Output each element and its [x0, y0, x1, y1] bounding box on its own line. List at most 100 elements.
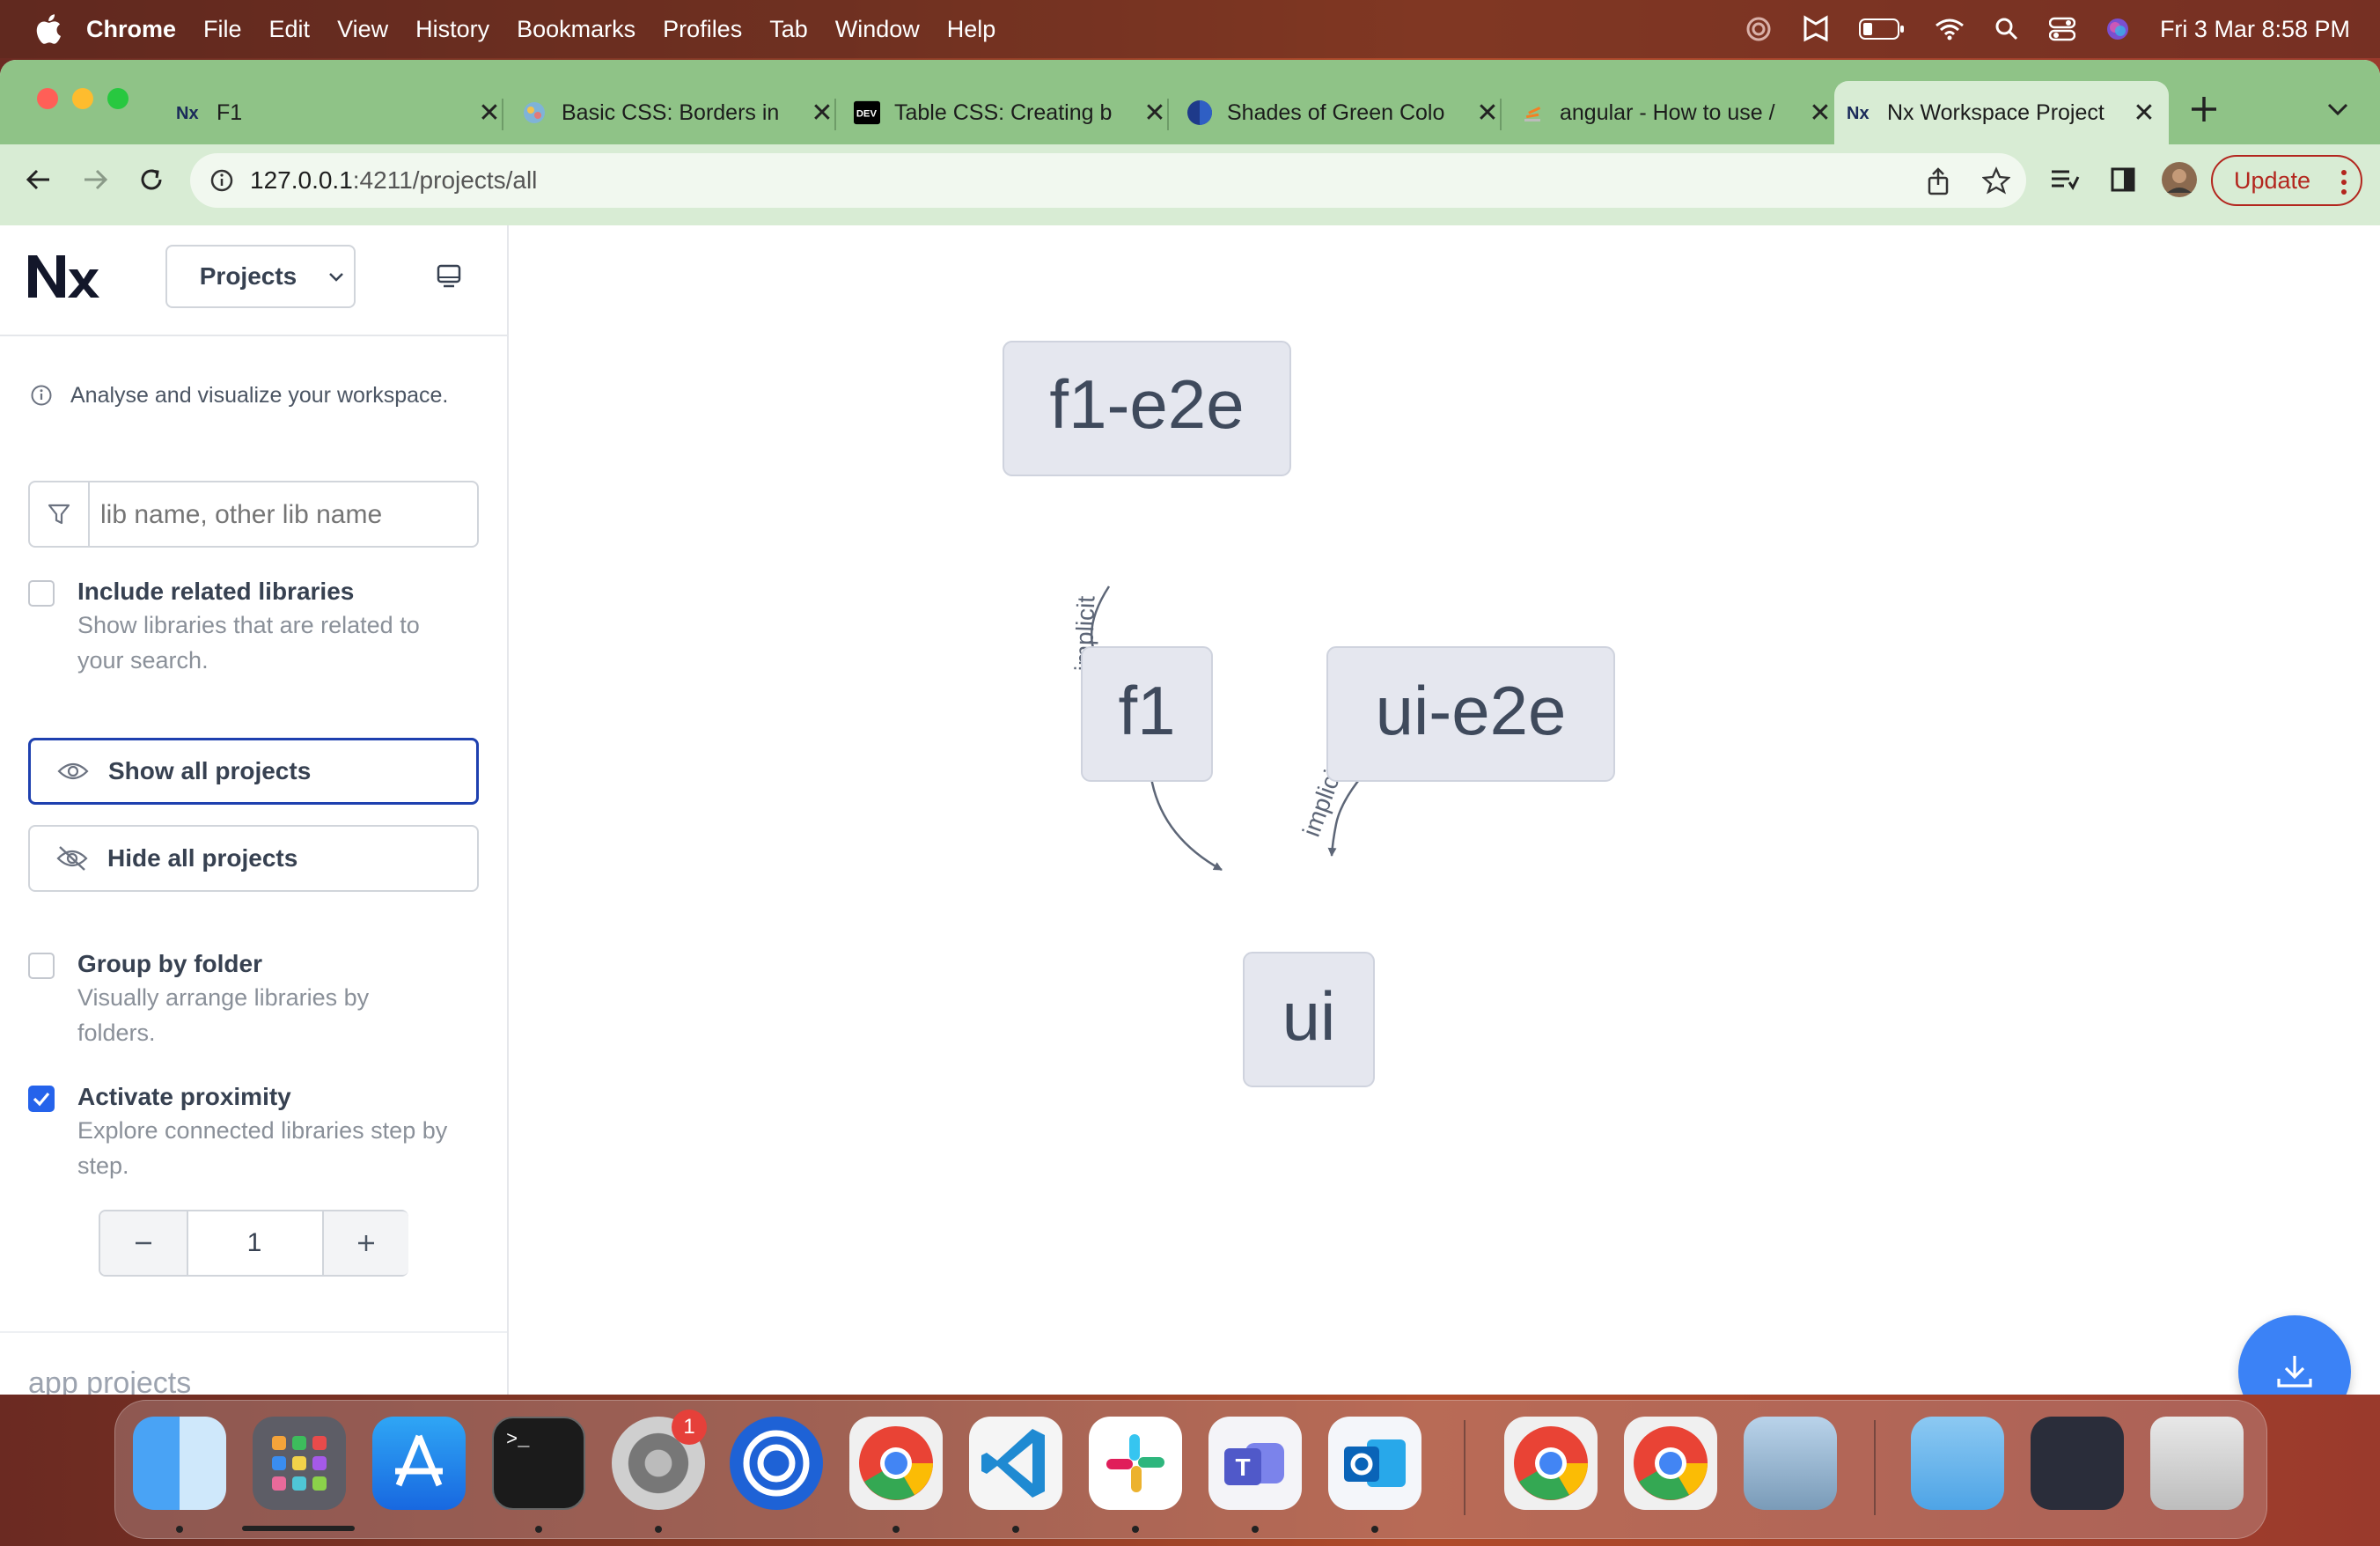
activate-proximity-title: Activate proximity — [77, 1083, 291, 1110]
menu-view[interactable]: View — [337, 16, 388, 43]
menu-file[interactable]: File — [203, 16, 242, 43]
download-icon — [2277, 1356, 2312, 1388]
tab-search-button[interactable] — [2324, 95, 2352, 123]
share-icon[interactable] — [1926, 167, 1950, 195]
tab-basic-css-borders[interactable]: Basic CSS: Borders in ✕ — [512, 81, 843, 144]
tab-title: Shades of Green Colo — [1227, 99, 1445, 125]
monitor-icon[interactable] — [435, 262, 463, 291]
back-button[interactable] — [19, 160, 58, 199]
close-tab-icon[interactable]: ✕ — [810, 98, 834, 129]
screenshot-icon[interactable] — [2031, 1417, 2124, 1510]
siri-icon[interactable] — [2105, 17, 2130, 41]
finder-icon[interactable] — [133, 1417, 226, 1510]
increment-button[interactable] — [322, 1211, 408, 1275]
menu-history[interactable]: History — [415, 16, 489, 43]
node-ui[interactable]: ui — [1243, 952, 1375, 1087]
chrome-icon[interactable] — [1624, 1417, 1717, 1510]
tab-shades-of-green[interactable]: Shades of Green Colo ✕ — [1178, 81, 1509, 144]
hide-all-projects-button[interactable]: Hide all projects — [28, 825, 479, 892]
menu-window[interactable]: Window — [835, 16, 920, 43]
tab-separator — [834, 99, 836, 130]
view-select[interactable]: Projects — [165, 245, 356, 308]
info-icon[interactable] — [209, 168, 234, 193]
apple-icon[interactable] — [33, 14, 63, 44]
activate-proximity-checkbox[interactable] — [28, 1086, 55, 1112]
app-store-icon[interactable] — [372, 1417, 466, 1510]
vscode-logo — [981, 1429, 1045, 1498]
pock-icon[interactable] — [730, 1417, 823, 1510]
chevron-down-icon — [2327, 103, 2348, 116]
menu-help[interactable]: Help — [947, 16, 996, 43]
trash-icon[interactable] — [2150, 1417, 2244, 1510]
nx-logo-icon: Nx — [1847, 99, 1873, 126]
folder-icon[interactable] — [1911, 1417, 2004, 1510]
side-panel-button[interactable] — [2104, 160, 2142, 199]
tab-nx-workspace-project[interactable]: Nx Nx Workspace Project ✕ — [1834, 81, 2169, 144]
close-tab-icon[interactable]: ✕ — [1475, 98, 1500, 129]
show-all-projects-button[interactable]: Show all projects — [28, 738, 479, 805]
menu-edit[interactable]: Edit — [269, 16, 311, 43]
menu-bookmarks[interactable]: Bookmarks — [517, 16, 635, 43]
reload-button[interactable] — [132, 160, 171, 199]
outlook-icon[interactable] — [1328, 1417, 1421, 1510]
chrome-icon[interactable] — [849, 1417, 943, 1510]
plus-icon — [358, 1235, 374, 1251]
tab-table-css[interactable]: DEV Table CSS: Creating b ✕ — [845, 81, 1176, 144]
minimize-window-button[interactable] — [72, 88, 93, 109]
close-tab-icon[interactable]: ✕ — [477, 98, 502, 129]
update-button[interactable]: Update — [2211, 155, 2362, 206]
search-input[interactable] — [99, 488, 472, 542]
tab-f1[interactable]: Nx F1 ✕ — [167, 81, 511, 144]
node-f1[interactable]: f1 — [1081, 646, 1213, 782]
minus-icon — [136, 1241, 151, 1245]
group-by-folder-checkbox[interactable] — [28, 953, 55, 979]
terminal-icon[interactable]: >_ — [492, 1417, 585, 1510]
sidebar: Projects Analyse and visualize your work… — [0, 225, 509, 1395]
slack-icon[interactable] — [1089, 1417, 1182, 1510]
menu-tab[interactable]: Tab — [769, 16, 808, 43]
filter-button[interactable] — [30, 482, 90, 546]
control-center-icon[interactable] — [2048, 17, 2075, 41]
menu-profiles[interactable]: Profiles — [663, 16, 742, 43]
close-tab-icon[interactable]: ✕ — [2132, 98, 2156, 129]
zoom-window-button[interactable] — [107, 88, 129, 109]
tab-angular-stackoverflow[interactable]: angular - How to use / ✕ — [1510, 81, 1841, 144]
proximity-value[interactable]: 1 — [188, 1211, 320, 1275]
chrome-icon[interactable] — [1504, 1417, 1598, 1510]
teams-icon[interactable]: T — [1208, 1417, 1302, 1510]
node-f1-e2e[interactable]: f1-e2e — [1003, 341, 1291, 476]
launchpad-grid — [272, 1436, 327, 1491]
close-tab-icon[interactable]: ✕ — [1142, 98, 1167, 129]
nx-logo-icon: Nx — [176, 99, 202, 126]
new-tab-button[interactable] — [2186, 92, 2222, 127]
bookmark-star-icon[interactable] — [1982, 166, 2010, 195]
project-graph-canvas[interactable]: implicit implicit f1-e2e f1 ui-e2e ui — [509, 225, 2380, 1395]
macos-menu-bar: Chrome File Edit View History Bookmarks … — [0, 0, 2380, 58]
include-related-checkbox[interactable] — [28, 580, 55, 607]
close-window-button[interactable] — [37, 88, 58, 109]
pock-status-icon[interactable] — [1745, 15, 1773, 43]
menubar-clock[interactable]: Fri 3 Mar 8:58 PM — [2160, 16, 2350, 43]
forward-button[interactable] — [76, 160, 114, 199]
launchpad-icon[interactable] — [253, 1417, 346, 1510]
battery-icon[interactable] — [1858, 18, 1905, 40]
spotlight-search-icon[interactable] — [1994, 17, 2019, 41]
menu-app-chrome[interactable]: Chrome — [86, 16, 176, 43]
preview-icon[interactable] — [1744, 1417, 1837, 1510]
address-bar[interactable]: 127.0.0.1:4211/projects/all — [190, 153, 2026, 208]
node-ui-e2e[interactable]: ui-e2e — [1326, 646, 1615, 782]
svg-text:Nx: Nx — [1847, 104, 1869, 122]
tab-title: angular - How to use / — [1560, 99, 1775, 125]
shield-status-icon[interactable] — [1803, 15, 1829, 43]
app-projects-heading: app projects — [28, 1366, 192, 1395]
reading-list-button[interactable] — [2046, 160, 2084, 199]
slack-logo — [1106, 1434, 1164, 1492]
close-tab-icon[interactable]: ✕ — [1808, 98, 1833, 129]
profile-avatar-button[interactable] — [2160, 160, 2199, 199]
running-indicator — [535, 1526, 542, 1533]
vscode-icon[interactable] — [969, 1417, 1062, 1510]
wifi-icon[interactable] — [1935, 18, 1965, 40]
running-indicator — [1252, 1526, 1259, 1533]
decrement-button[interactable] — [100, 1211, 188, 1275]
info-text: Analyse and visualize your workspace. — [70, 383, 449, 408]
